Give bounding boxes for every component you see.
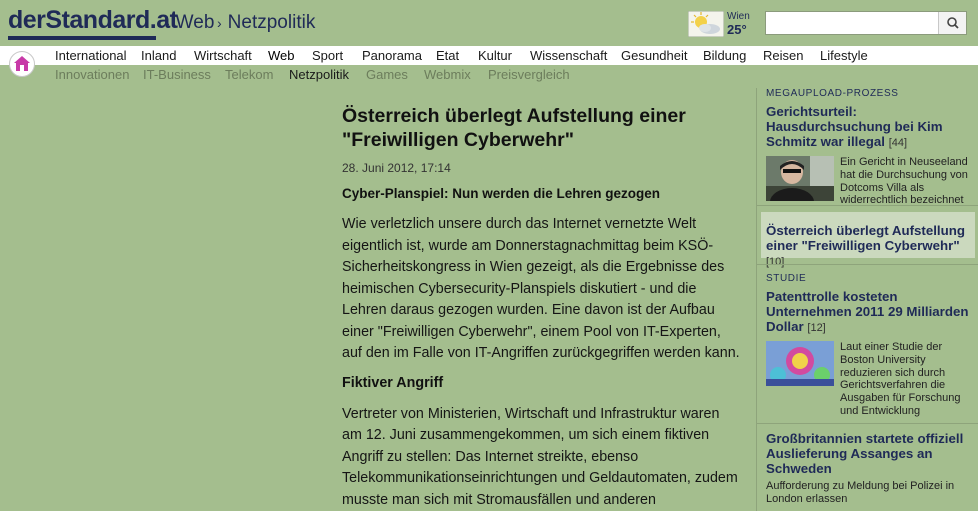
weather-city: Wien	[727, 11, 750, 22]
subnav-netzpolitik[interactable]: Netzpolitik	[289, 67, 349, 82]
logo-underline	[8, 36, 156, 40]
primary-nav: International Inland Wirtschaft Web Spor…	[0, 46, 978, 65]
sidebar-divider	[757, 264, 978, 265]
patent-illustration[interactable]	[766, 341, 834, 386]
nav-etat[interactable]: Etat	[436, 48, 459, 63]
article-paragraph: Vertreter von Ministerien, Wirtschaft un…	[342, 405, 738, 508]
sidebar-story-link[interactable]: Patenttrolle kosteten Unternehmen 2011 2…	[766, 289, 974, 336]
search-box	[765, 11, 967, 35]
nav-bildung[interactable]: Bildung	[703, 48, 746, 63]
sidebar: MEGAUPLOAD-PROZESS Gerichtsurteil: Hausd…	[756, 88, 978, 511]
search-icon	[947, 17, 959, 29]
search-button[interactable]	[938, 12, 966, 34]
article-lead: Cyber-Planspiel: Nun werden die Lehren g…	[342, 186, 661, 201]
breadcrumb-netzpolitik[interactable]: › Netzpolitik	[217, 12, 315, 34]
search-input[interactable]	[766, 12, 938, 34]
subnav-innovationen[interactable]: Innovationen	[55, 67, 129, 82]
article-subheading: Fiktiver Angriff	[342, 374, 444, 391]
kim-schmitz-photo[interactable]	[766, 156, 834, 201]
subnav-webmix[interactable]: Webmix	[424, 67, 471, 82]
nav-gesundheit[interactable]: Gesundheit	[621, 48, 688, 63]
sidebar-story-link[interactable]: Großbritannien startete offiziell Auslie…	[766, 431, 974, 476]
article-headline: Österreich überlegt Aufstellung einer "F…	[342, 105, 686, 151]
breadcrumb-separator-icon: ›	[165, 15, 170, 31]
sidebar-story-teaser: Ein Gericht in Neuseeland hat die Durchs…	[840, 156, 968, 207]
nav-kultur[interactable]: Kultur	[478, 48, 512, 63]
article: Österreich überlegt Aufstellung einer "F…	[342, 104, 742, 511]
subnav-games[interactable]: Games	[366, 67, 408, 82]
weather-sun-cloud-icon	[688, 11, 724, 37]
nav-reisen[interactable]: Reisen	[763, 48, 803, 63]
subnav-it-business[interactable]: IT-Business	[143, 67, 211, 82]
article-paragraph: Wie verletzlich unsere durch das Interne…	[342, 216, 740, 361]
site-logo[interactable]: derStandard.at	[8, 6, 178, 35]
subnav-telekom[interactable]: Telekom	[225, 67, 273, 82]
nav-wirtschaft[interactable]: Wirtschaft	[194, 48, 252, 63]
nav-wissenschaft[interactable]: Wissenschaft	[530, 48, 607, 63]
posting-count: [10]	[766, 256, 785, 268]
sidebar-story-patenttrolle: STUDIE Patenttrolle kosteten Unternehmen…	[766, 273, 974, 418]
breadcrumb-web[interactable]: › Web	[165, 12, 214, 34]
nav-inland[interactable]: Inland	[141, 48, 176, 63]
breadcrumb-separator-icon: ›	[217, 15, 222, 31]
sidebar-story-link[interactable]: Gerichtsurteil: Hausdurchsuchung bei Kim…	[766, 104, 974, 151]
nav-web[interactable]: Web	[268, 48, 295, 63]
sidebar-story-assange: Großbritannien startete offiziell Auslie…	[766, 431, 974, 506]
nav-lifestyle[interactable]: Lifestyle	[820, 48, 868, 63]
secondary-nav: Innovationen IT-Business Telekom Netzpol…	[0, 65, 978, 84]
sidebar-story-megaupload: MEGAUPLOAD-PROZESS Gerichtsurteil: Hausd…	[766, 88, 974, 207]
sidebar-story-link[interactable]: Österreich überlegt Aufstellung einer "F…	[766, 223, 974, 270]
sidebar-story-teaser: Laut einer Studie der Boston University …	[840, 341, 961, 417]
sidebar-kicker: MEGAUPLOAD-PROZESS	[766, 88, 899, 99]
weather-temperature: 25°	[727, 22, 747, 37]
sidebar-divider	[757, 423, 978, 424]
sidebar-kicker: STUDIE	[766, 273, 807, 284]
subnav-preisvergleich[interactable]: Preisvergleich	[488, 67, 570, 82]
nav-sport[interactable]: Sport	[312, 48, 343, 63]
posting-count: [12]	[807, 322, 826, 334]
article-date: 28. Juni 2012, 17:14	[342, 161, 451, 175]
posting-count: [44]	[888, 137, 908, 149]
sidebar-divider	[757, 205, 978, 206]
sidebar-story-teaser: Aufforderung zu Meldung bei Polizei in L…	[766, 480, 955, 505]
nav-international[interactable]: International	[55, 48, 127, 63]
sidebar-story-current: Österreich überlegt Aufstellung einer "F…	[766, 223, 974, 270]
nav-panorama[interactable]: Panorama	[362, 48, 422, 63]
